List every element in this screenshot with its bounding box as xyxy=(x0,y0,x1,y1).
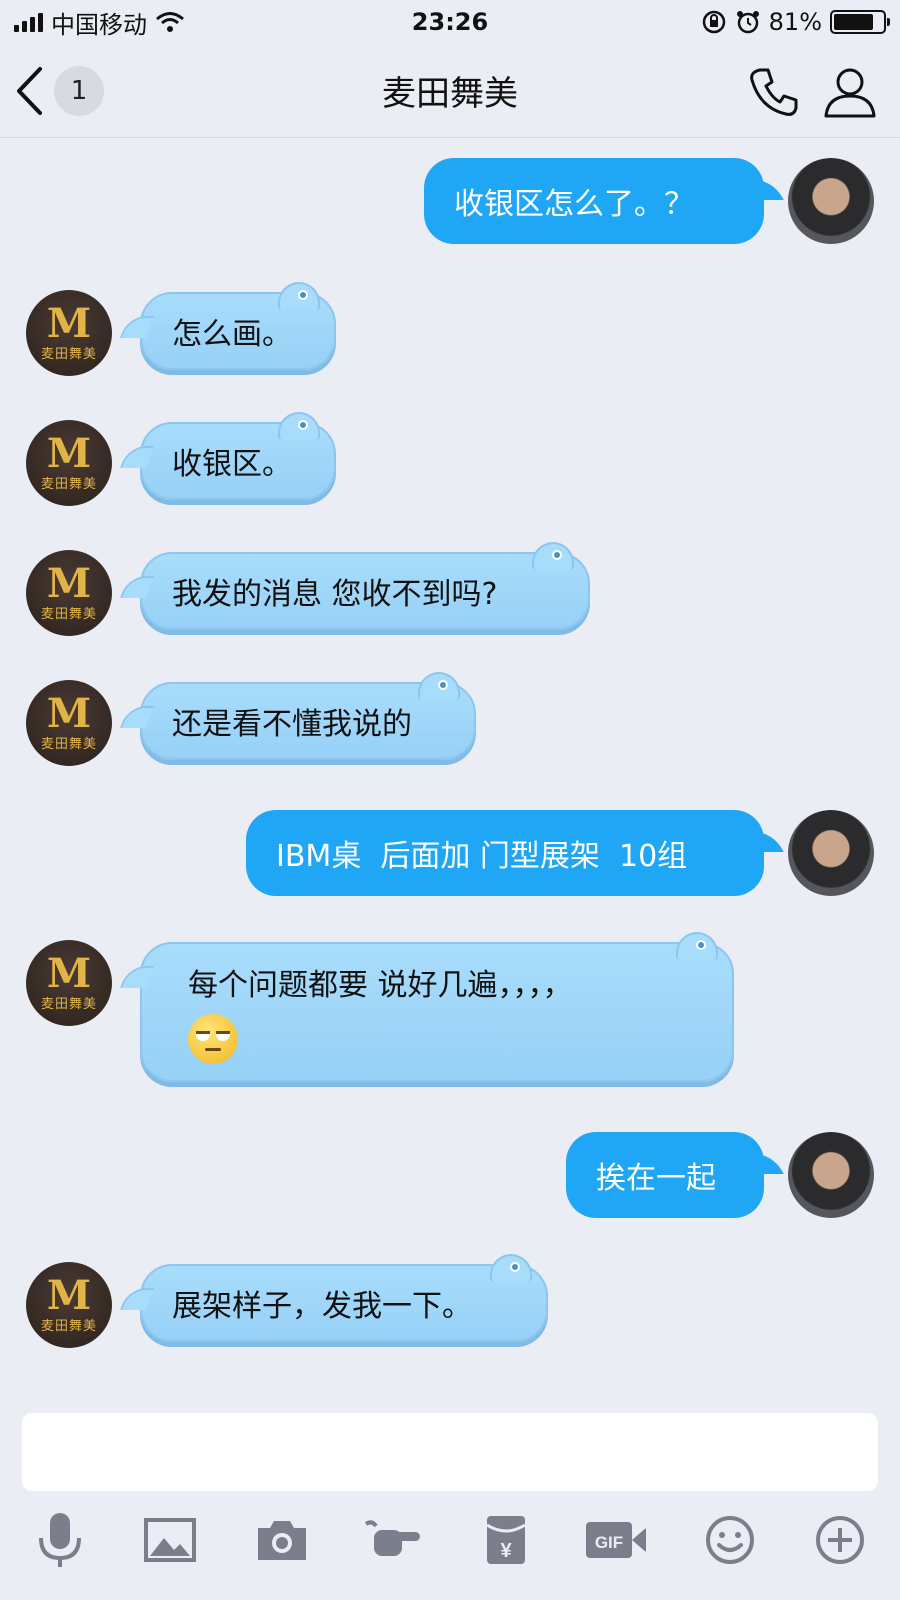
voice-button[interactable] xyxy=(30,1510,90,1570)
phone-icon xyxy=(750,68,798,116)
my-avatar[interactable] xyxy=(788,1132,874,1218)
message-text: 还是看不懂我说的 xyxy=(172,707,412,742)
call-button[interactable] xyxy=(746,64,802,120)
camera-button[interactable] xyxy=(252,1510,312,1570)
incoming-message[interactable]: 收银区。 xyxy=(119,412,336,500)
incoming-message[interactable]: 我发的消息 您收不到吗? xyxy=(119,542,590,630)
shop-logo-text: 麦田舞美 xyxy=(40,346,97,362)
smiley-icon xyxy=(706,1516,754,1564)
shop-logo-mark: M xyxy=(46,429,92,477)
shop-logo-text: 麦田舞美 xyxy=(40,1318,97,1334)
gif-button[interactable]: GIF xyxy=(584,1510,648,1570)
shop-logo-text: 麦田舞美 xyxy=(40,606,97,622)
contact-avatar[interactable]: M 麦田舞美 xyxy=(26,290,112,376)
shop-logo-text: 麦田舞美 xyxy=(40,476,97,492)
eye-roll-emoji xyxy=(188,1014,238,1064)
wifi-icon xyxy=(156,12,184,32)
message-text: 我发的消息 您收不到吗? xyxy=(172,577,498,612)
shop-logo-mark: M xyxy=(46,559,92,607)
contact-info-button[interactable] xyxy=(822,64,878,120)
red-packet-icon: ¥ xyxy=(486,1516,526,1564)
message-text: 怎么画。 xyxy=(172,317,292,352)
contact-avatar[interactable]: M 麦田舞美 xyxy=(26,420,112,506)
red-packet-button[interactable]: ¥ xyxy=(476,1510,536,1570)
poke-button[interactable] xyxy=(362,1510,422,1570)
battery-icon xyxy=(830,10,890,34)
incoming-message[interactable]: 还是看不懂我说的 xyxy=(119,672,476,760)
message-text: 收银区。 xyxy=(172,447,292,482)
outgoing-message[interactable]: 收银区怎么了。？ xyxy=(424,158,784,244)
gif-label: GIF xyxy=(595,1533,623,1552)
person-icon xyxy=(824,68,876,118)
microphone-icon xyxy=(39,1513,81,1567)
shop-logo-mark: M xyxy=(46,689,92,737)
rotation-lock-icon xyxy=(702,10,725,34)
red-packet-symbol: ¥ xyxy=(500,1540,512,1562)
my-avatar[interactable] xyxy=(788,810,874,896)
incoming-message[interactable]: 每个问题都要 说好几遍，，，， xyxy=(119,932,734,1082)
message-text: 每个问题都要 说好几遍，，，， xyxy=(188,968,573,1003)
back-button[interactable]: 1 xyxy=(14,64,108,118)
shop-logo-text: 麦田舞美 xyxy=(40,996,97,1012)
shop-logo-mark: M xyxy=(46,1271,92,1319)
incoming-message[interactable]: 怎么画。 xyxy=(119,282,336,370)
photo-button[interactable] xyxy=(140,1510,200,1570)
gif-icon: GIF xyxy=(586,1522,646,1558)
outgoing-message[interactable]: IBM桌 后面加 门型展架 10组 xyxy=(246,810,784,896)
signal-icon xyxy=(14,12,43,32)
shop-logo-text: 麦田舞美 xyxy=(40,736,97,752)
contact-avatar[interactable]: M 麦田舞美 xyxy=(26,550,112,636)
camera-icon xyxy=(258,1521,306,1560)
status-bar: 中国移动 23:26 81% xyxy=(0,0,900,44)
message-text: 收银区怎么了。？ xyxy=(454,187,694,222)
message-text: IBM桌 后面加 门型展架 10组 xyxy=(276,839,688,874)
plus-icon xyxy=(816,1516,864,1564)
battery-percent: 81% xyxy=(768,8,822,36)
input-toolbar: ¥ GIF xyxy=(0,1510,900,1590)
incoming-message[interactable]: 展架样子，发我一下。 xyxy=(119,1254,548,1342)
emoji-button[interactable] xyxy=(700,1510,760,1570)
chat-header: 1 麦田舞美 xyxy=(0,44,900,138)
more-button[interactable] xyxy=(810,1510,870,1570)
chevron-left-icon xyxy=(17,67,42,115)
contact-avatar[interactable]: M 麦田舞美 xyxy=(26,680,112,766)
unread-badge: 1 xyxy=(54,66,104,116)
message-text: 挨在一起 xyxy=(596,1161,716,1196)
shop-logo-mark: M xyxy=(46,299,92,347)
shop-logo-mark: M xyxy=(46,949,92,997)
battery-fill xyxy=(834,14,873,30)
contact-avatar[interactable]: M 麦田舞美 xyxy=(26,1262,112,1348)
my-avatar[interactable] xyxy=(788,158,874,244)
message-text: 展架样子，发我一下。 xyxy=(172,1289,472,1324)
outgoing-message[interactable]: 挨在一起 xyxy=(566,1132,784,1218)
alarm-icon xyxy=(736,11,759,34)
chat-title: 麦田舞美 xyxy=(382,74,518,114)
contact-avatar[interactable]: M 麦田舞美 xyxy=(26,940,112,1026)
message-input[interactable] xyxy=(22,1413,878,1491)
poke-hand-icon xyxy=(364,1520,420,1556)
carrier-label: 中国移动 xyxy=(51,10,147,39)
image-icon xyxy=(144,1518,196,1562)
